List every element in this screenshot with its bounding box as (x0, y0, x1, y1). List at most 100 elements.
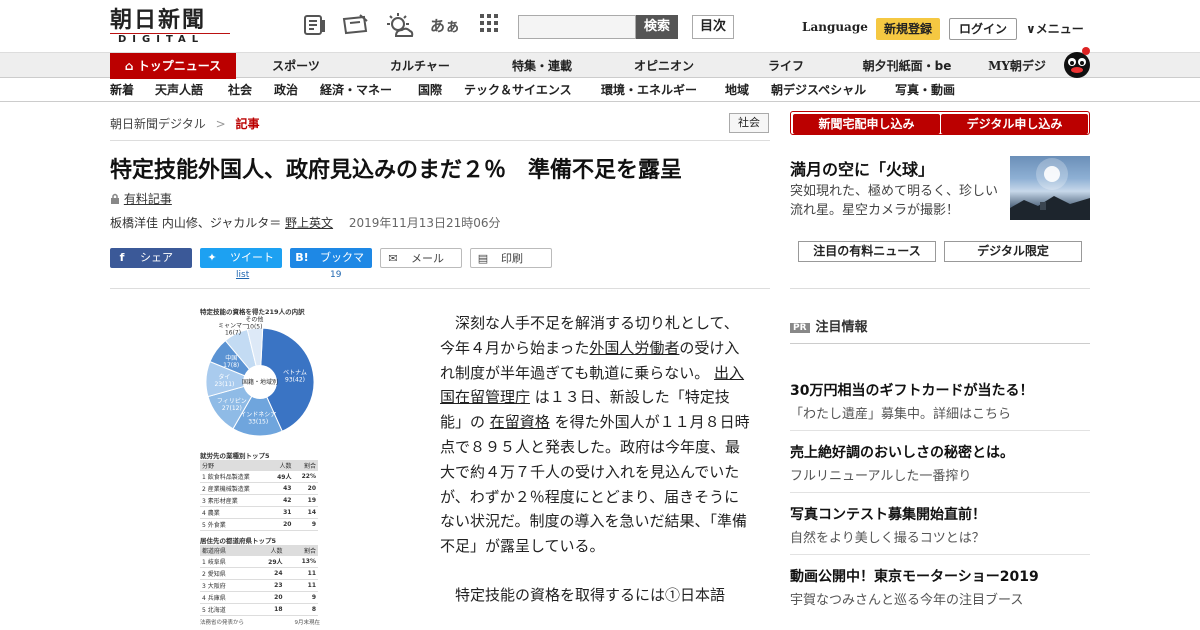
register-button[interactable]: 新規登録 (876, 18, 940, 40)
nav-item-tensei-jingo[interactable]: 天声人語 (155, 78, 203, 102)
paid-news-tab[interactable]: 注目の有料ニュース (798, 241, 936, 262)
mail-icon: ✉ (388, 252, 398, 265)
byline: 板橋洋佳 内山修、ジャカルタ＝ 野上英文 2019年11月13日21時06分 (110, 214, 501, 231)
infographic-title: 特定技能の資格を得た219人の内訳 (200, 308, 305, 316)
nav-item-environment[interactable]: 環境・エネルギー (601, 78, 697, 102)
nav-item-my-asahi[interactable]: MY朝デジ (980, 53, 1054, 79)
table-row: 2 愛知県 24 11 (200, 567, 318, 580)
table-row: 4 農業 31 14 (200, 506, 318, 519)
nav-item-special[interactable]: 朝デジスペシャル (771, 78, 866, 102)
digital-subscribe-button[interactable]: デジタル申し込み (941, 114, 1088, 134)
table-cell: 5 外食業 (200, 518, 269, 531)
hatena-icon: B! (295, 251, 309, 264)
byline-authors: 板橋洋佳 内山修、ジャカルタ＝ (110, 216, 282, 230)
weather-icon[interactable] (384, 12, 414, 40)
nav-item-life[interactable]: ライフ (738, 53, 834, 79)
hatena-count[interactable]: 19 (330, 270, 341, 280)
mail-share-button[interactable]: ✉ メール (380, 248, 462, 268)
table-cell: 11 (284, 579, 318, 592)
menu-button[interactable]: ∨メニュー (1026, 20, 1084, 37)
breadcrumb-home[interactable]: 朝日新聞デジタル (110, 117, 206, 131)
newspaper-delivery-button[interactable]: 新聞宅配申し込み (793, 114, 940, 134)
grid-menu-icon[interactable] (474, 12, 504, 40)
language-link[interactable]: Language (802, 20, 868, 34)
twitter-share-button[interactable]: ✦ ツイート (200, 248, 282, 268)
nav-item-photo-video[interactable]: 写真・動画 (895, 78, 955, 102)
font-size-icon[interactable]: あぁ (430, 12, 460, 40)
site-logo[interactable]: 朝日新聞 DIGITAL (110, 8, 230, 46)
table-cell: 23 (251, 579, 285, 592)
feature-title[interactable]: 満月の空に「火球」 (790, 156, 934, 180)
nav-item-sports[interactable]: スポーツ (250, 53, 342, 79)
nav-item-culture[interactable]: カルチャー (372, 53, 468, 79)
hatena-bookmark-button[interactable]: B! ブックマーク (290, 248, 372, 284)
article-datetime: 2019年11月13日21時06分 (348, 216, 501, 230)
table-cell: 3 大阪府 (200, 579, 252, 592)
nav-item-newspaper[interactable]: 朝夕刊紙面・be (850, 53, 964, 79)
notice-description[interactable]: フルリニューアルした一番搾り (790, 465, 971, 484)
notice-description[interactable]: 宇賀なつみさんと巡る今年の注目ブース (790, 589, 1023, 608)
prefecture-table-title: 居住先の都道府県トップ5 (200, 537, 277, 545)
facebook-share-button[interactable]: f シェア (110, 248, 192, 268)
feature-description[interactable]: 突如現れた、極めて明るく、珍しい流れ星。星空カメラが撮影！ (790, 182, 1000, 220)
nav-item-economy[interactable]: 経済・マネー (320, 78, 392, 102)
link-residence-status[interactable]: 在留資格 (490, 413, 550, 431)
breadcrumb: 朝日新聞デジタル > 記事 (110, 115, 260, 132)
nav-item-region[interactable]: 地域 (725, 78, 749, 102)
table-cell: 8 (284, 603, 318, 616)
notice-title[interactable]: 売上絶好調のおいしさの秘密とは。 (790, 442, 1014, 462)
pr-badge: PR (790, 322, 810, 333)
ticket-icon[interactable] (340, 12, 370, 40)
table-row: 3 素形材産業 42 19 (200, 494, 318, 507)
nav-item-politics[interactable]: 政治 (274, 78, 298, 102)
table-cell: 1 岐阜県 (200, 556, 252, 568)
nav-item-top-news[interactable]: ⌂ トップニュース (110, 53, 236, 79)
search-input[interactable] (518, 15, 636, 39)
table-cell: 2 愛知県 (200, 567, 252, 580)
industry-table-title: 就労先の業種別トップ5 (200, 452, 270, 460)
table-header-cell: 分野 (200, 460, 269, 471)
secondary-nav: 新着 天声人語 社会 政治 経済・マネー 国際 テック＆サイエンス 環境・エネル… (0, 78, 1200, 102)
nav-item-society[interactable]: 社会 (228, 78, 252, 102)
newspaper-icon[interactable] (300, 12, 330, 40)
notice-title[interactable]: 写真コンテスト募集開始直前！ (790, 504, 986, 524)
toc-button[interactable]: 目次 (692, 15, 734, 39)
table-row: 1 岐阜県 29人 13% (200, 556, 318, 568)
nav-item-international[interactable]: 国際 (418, 78, 442, 102)
notice-description[interactable]: 「わたし遺産」募集中。詳細はこちら (790, 403, 1011, 422)
link-foreign-workers[interactable]: 外国人労働者 (589, 339, 679, 357)
pie-value: 10(5) (246, 323, 262, 330)
table-header-cell: 割合 (293, 460, 318, 471)
nav-item-tech-science[interactable]: テック＆サイエンス (464, 78, 572, 102)
table-cell: 13% (284, 556, 318, 568)
pie-center-label: 国籍・地域別 (242, 378, 278, 386)
table-cell: 2 産業機械製造業 (200, 482, 269, 495)
table-header-cell: 割合 (284, 545, 318, 556)
category-badge[interactable]: 社会 (729, 113, 769, 133)
notice-title[interactable]: 動画公開中！東京モーターショー2019 (790, 566, 1039, 586)
twitter-icon: ✦ (207, 251, 217, 264)
print-button[interactable]: ▤ 印刷 (470, 248, 552, 268)
nav-item-features[interactable]: 特集・連載 (494, 53, 590, 79)
table-cell: 20 (293, 482, 318, 495)
author-link[interactable]: 野上英文 (285, 216, 333, 230)
table-row: 4 兵庫県 20 9 (200, 591, 318, 604)
notice-title[interactable]: 30万円相当のギフトカードが当たる！ (790, 380, 1033, 400)
table-header-row: 都道府県 人数 割合 (200, 545, 318, 556)
infographic-as-of: 9月末現在 (294, 620, 321, 626)
notice-description[interactable]: 自然をより美しく撮るコツとは？ (790, 527, 985, 546)
feature-thumbnail[interactable] (1010, 156, 1090, 220)
digital-only-tab[interactable]: デジタル限定 (944, 241, 1082, 262)
login-button[interactable]: ログイン (949, 18, 1017, 40)
search-button[interactable]: 検索 (636, 15, 678, 39)
table-cell: 1 飲食料品製造業 (200, 471, 269, 483)
pie-value: 17(8) (223, 362, 239, 369)
nav-item-latest[interactable]: 新着 (110, 78, 134, 102)
twitter-count[interactable]: list (236, 270, 249, 280)
print-icon: ▤ (477, 252, 489, 265)
nav-item-opinion[interactable]: オピニオン (616, 53, 712, 79)
table-row: 5 外食業 20 9 (200, 518, 318, 531)
pie-value: 93(42) (285, 376, 305, 383)
table-row: 1 飲食料品製造業 49人 22% (200, 471, 318, 483)
infographic[interactable]: 特定技能の資格を得た219人の内訳 ベトナム 93(42) インドネシア 33(15)… (200, 306, 320, 626)
